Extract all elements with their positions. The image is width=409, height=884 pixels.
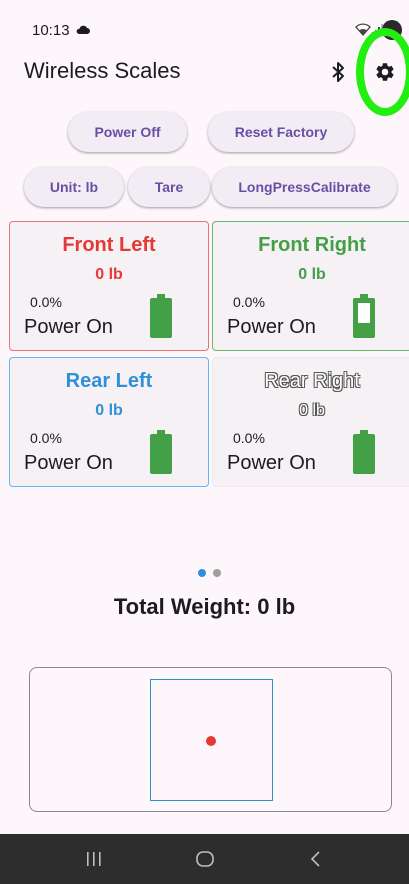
app-title: Wireless Scales (24, 58, 181, 83)
scale-title: Rear Right (264, 370, 360, 392)
reset-factory-button[interactable]: Reset Factory (208, 112, 354, 152)
scale-card-front-left[interactable]: Front Left 0 lb 0.0% Power On (9, 221, 209, 351)
scale-weight: 0 lb (299, 402, 325, 419)
status-time: 10:13 (32, 22, 70, 39)
bluetooth-icon[interactable] (330, 60, 346, 84)
long-press-calibrate-button[interactable]: LongPressCalibrate (212, 167, 397, 207)
nav-back-button[interactable] (286, 839, 346, 879)
scale-percent: 0.0% (233, 294, 265, 310)
balance-panel (29, 667, 392, 812)
recents-icon (86, 852, 101, 866)
power-off-button[interactable]: Power Off (68, 112, 187, 152)
battery-icon (353, 430, 375, 474)
back-icon (310, 851, 320, 867)
scale-title: Rear Left (65, 370, 153, 392)
battery-icon (150, 430, 172, 474)
scale-power-status: Power On (227, 452, 316, 474)
cloud-icon (76, 25, 90, 34)
scale-card-front-right[interactable]: Front Right 0 lb 0.0% Power On (212, 221, 409, 351)
page-indicator (198, 569, 221, 577)
system-nav-bar (0, 834, 409, 884)
center-of-gravity-dot (206, 736, 216, 746)
scale-card-rear-right[interactable]: Rear Right 0 lb 0.0% Power On (212, 357, 409, 487)
balance-square (150, 679, 273, 801)
home-icon (195, 851, 214, 867)
page-dot[interactable] (213, 569, 221, 577)
scale-card-rear-left[interactable]: Rear Left 0 lb 0.0% Power On (9, 357, 209, 487)
gear-icon (376, 63, 394, 81)
battery-icon (150, 294, 172, 338)
unit-button[interactable]: Unit: lb (24, 167, 124, 207)
scale-power-status: Power On (24, 452, 113, 474)
nav-home-button[interactable] (175, 839, 235, 879)
scale-power-status: Power On (227, 316, 316, 338)
scale-power-status: Power On (24, 316, 113, 338)
settings-button[interactable] (356, 28, 409, 116)
scale-percent: 0.0% (233, 430, 265, 446)
scale-percent: 0.0% (30, 294, 62, 310)
battery-icon (353, 294, 375, 338)
scale-percent: 0.0% (30, 430, 62, 446)
tare-button[interactable]: Tare (128, 167, 210, 207)
total-weight: Total Weight: 0 lb (113, 594, 296, 619)
scale-title: Front Right (258, 234, 366, 256)
page-dot-active[interactable] (198, 569, 206, 577)
scale-weight: 0 lb (95, 266, 123, 283)
status-bar: 10:13 (0, 0, 409, 44)
scale-weight: 0 lb (298, 266, 326, 283)
scale-title: Front Left (62, 234, 156, 256)
scale-weight: 0 lb (95, 402, 123, 419)
nav-recents-button[interactable] (64, 839, 124, 879)
